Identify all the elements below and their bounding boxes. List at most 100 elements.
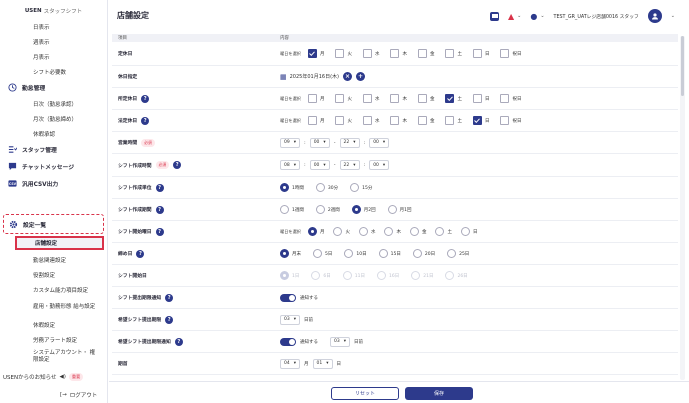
sidebar-item-store-settings[interactable]: 店舗設定 [15,236,104,250]
sidebar-item-custom-skill[interactable]: カスタム能力項目設定 [0,282,108,297]
deadline-days-select[interactable]: 03 ▾ [280,314,300,325]
radio-16th[interactable]: 16日 [376,271,399,280]
radio-15th[interactable]: 15日 [378,249,401,258]
sidebar-item-month[interactable]: 月表示 [0,49,107,64]
close-hour-select[interactable]: 22 ▾ [339,137,360,148]
radio-tue[interactable]: 火 [333,227,350,236]
alert-menu[interactable]: ▲ ⌄ [508,12,521,21]
sidebar-item-daily-attendance[interactable]: 日次（勤怠承認） [0,96,107,111]
deadline-notify-toggle[interactable] [280,337,296,346]
checkbox-mon[interactable]: 月 [307,49,324,58]
radio-month-end[interactable]: 月末 [280,249,301,258]
radio-1hour[interactable]: 1時間 [280,183,304,192]
checkbox-sat[interactable]: 土 [445,94,462,103]
checkbox-sun[interactable]: 日 [472,49,489,58]
radio-1week[interactable]: 1週間 [280,205,304,214]
radio-thu[interactable]: 木 [384,227,401,236]
radio-15min[interactable]: 15分 [350,183,372,192]
checkbox-thu[interactable]: 木 [390,116,407,125]
radio-21st[interactable]: 21日 [411,271,433,280]
radio-10th[interactable]: 10日 [344,249,367,258]
checkbox-fri[interactable]: 金 [417,94,434,103]
checkbox-sun[interactable]: 日 [472,94,489,103]
sidebar-item-leave-settings[interactable]: 休暇設定 [0,317,108,332]
help-icon[interactable]: ? [173,161,182,169]
radio-5th[interactable]: 5日 [313,249,332,258]
radio-twice-month[interactable]: 月2回 [351,205,376,214]
shift-end-hour-select[interactable]: 22 ▾ [339,160,360,170]
checkbox-tue[interactable]: 火 [335,94,352,103]
radio-sat[interactable]: 土 [435,227,452,236]
message-icon[interactable] [490,11,499,21]
chevron-down-icon[interactable]: ⌄ [671,13,675,19]
checkbox-holiday[interactable]: 祝日 [500,49,521,58]
checkbox-mon[interactable]: 月 [307,94,324,103]
sidebar-item-attendance-settings[interactable]: 勤怠関連設定 [0,252,108,267]
radio-sun[interactable]: 日 [460,227,477,236]
checkbox-sat[interactable]: 土 [445,49,462,58]
checkbox-wed[interactable]: 水 [362,49,379,58]
radio-1st[interactable]: 1日 [280,271,299,280]
radio-11th[interactable]: 11日 [342,271,365,280]
reset-button[interactable]: リセット [331,387,399,400]
sidebar-item-system-account[interactable]: システムアカウント・ 権限設定 [0,347,100,367]
checkbox-fri[interactable]: 金 [417,49,434,58]
notify-toggle[interactable] [280,293,296,302]
radio-25th[interactable]: 25日 [447,249,469,258]
checkbox-holiday[interactable]: 祝日 [500,94,521,103]
checkbox-tue[interactable]: 火 [335,49,352,58]
sidebar-item-leave-approval[interactable]: 休暇承認 [0,126,107,141]
sidebar-item-role-settings[interactable]: 役割設定 [0,267,108,282]
shift-start-hour-select[interactable]: 08 ▾ [280,160,300,170]
sidebar-item-shift-need[interactable]: シフト必要数 [0,64,107,79]
remove-date-icon[interactable]: × [342,72,352,81]
sidebar-section-chat[interactable]: チャットメッセージ [0,158,107,175]
radio-once-month[interactable]: 月1回 [387,205,412,214]
save-button[interactable]: 保存 [405,387,473,400]
open-minute-select[interactable]: 00 ▾ [309,137,330,148]
checkbox-sat[interactable]: 土 [445,116,462,125]
help-icon[interactable]: ? [141,116,150,125]
checkbox-wed[interactable]: 水 [362,116,379,125]
sidebar-section-attendance[interactable]: 勤怠管理 [0,79,107,96]
notification-menu[interactable]: ● ⌄ [530,12,544,21]
radio-wed[interactable]: 水 [358,227,375,236]
radio-20th[interactable]: 20日 [412,249,435,258]
checkbox-wed[interactable]: 水 [362,94,379,103]
checkbox-thu[interactable]: 木 [390,49,407,58]
sidebar-item-monthly-attendance[interactable]: 月次（勤怠締め） [0,111,107,126]
scrollbar[interactable] [680,36,685,380]
sidebar-item-employment[interactable]: 雇用・勤務形態 給与設定 [0,297,100,317]
help-icon[interactable]: ? [155,205,164,214]
close-minute-select[interactable]: 00 ▾ [369,137,390,148]
open-hour-select[interactable]: 09 ▾ [280,137,300,148]
logout-link[interactable]: [→ ログアウト [60,391,97,399]
sidebar-item-week[interactable]: 週表示 [0,34,107,49]
radio-fri[interactable]: 金 [409,227,426,236]
help-icon[interactable]: ? [136,249,145,258]
sidebar-section-settings[interactable]: 設定一覧 [3,214,104,234]
help-icon[interactable]: ? [155,227,164,236]
help-icon[interactable]: ? [141,94,150,103]
checkbox-holiday[interactable]: 祝日 [500,116,521,125]
checkbox-mon[interactable]: 月 [307,116,324,125]
checkbox-fri[interactable]: 金 [417,116,434,125]
checkbox-thu[interactable]: 木 [390,94,407,103]
sidebar-item-labor-alert[interactable]: 労務アラート設定 [0,332,108,347]
avatar[interactable] [647,9,662,23]
checkbox-sun[interactable]: 日 [472,116,489,125]
radio-6th[interactable]: 6日 [311,271,331,280]
fiscal-day-select[interactable]: 01 ▾ [312,358,333,369]
help-icon[interactable]: ? [165,315,174,324]
radio-2week[interactable]: 2週間 [315,205,340,214]
help-icon[interactable]: ? [155,183,164,192]
radio-30min[interactable]: 30分 [315,183,338,192]
shift-end-minute-select[interactable]: 00 ▾ [369,160,390,170]
scrollbar-thumb[interactable] [681,36,684,96]
sidebar-section-staff[interactable]: スタッフ管理 [0,141,107,158]
sidebar-item-day[interactable]: 日表示 [0,19,107,34]
checkbox-tue[interactable]: 火 [335,116,352,125]
sidebar-section-csv[interactable]: CSV 汎用CSV出力 [0,175,107,192]
help-icon[interactable]: ? [174,337,183,346]
radio-26th[interactable]: 26日 [445,271,468,280]
